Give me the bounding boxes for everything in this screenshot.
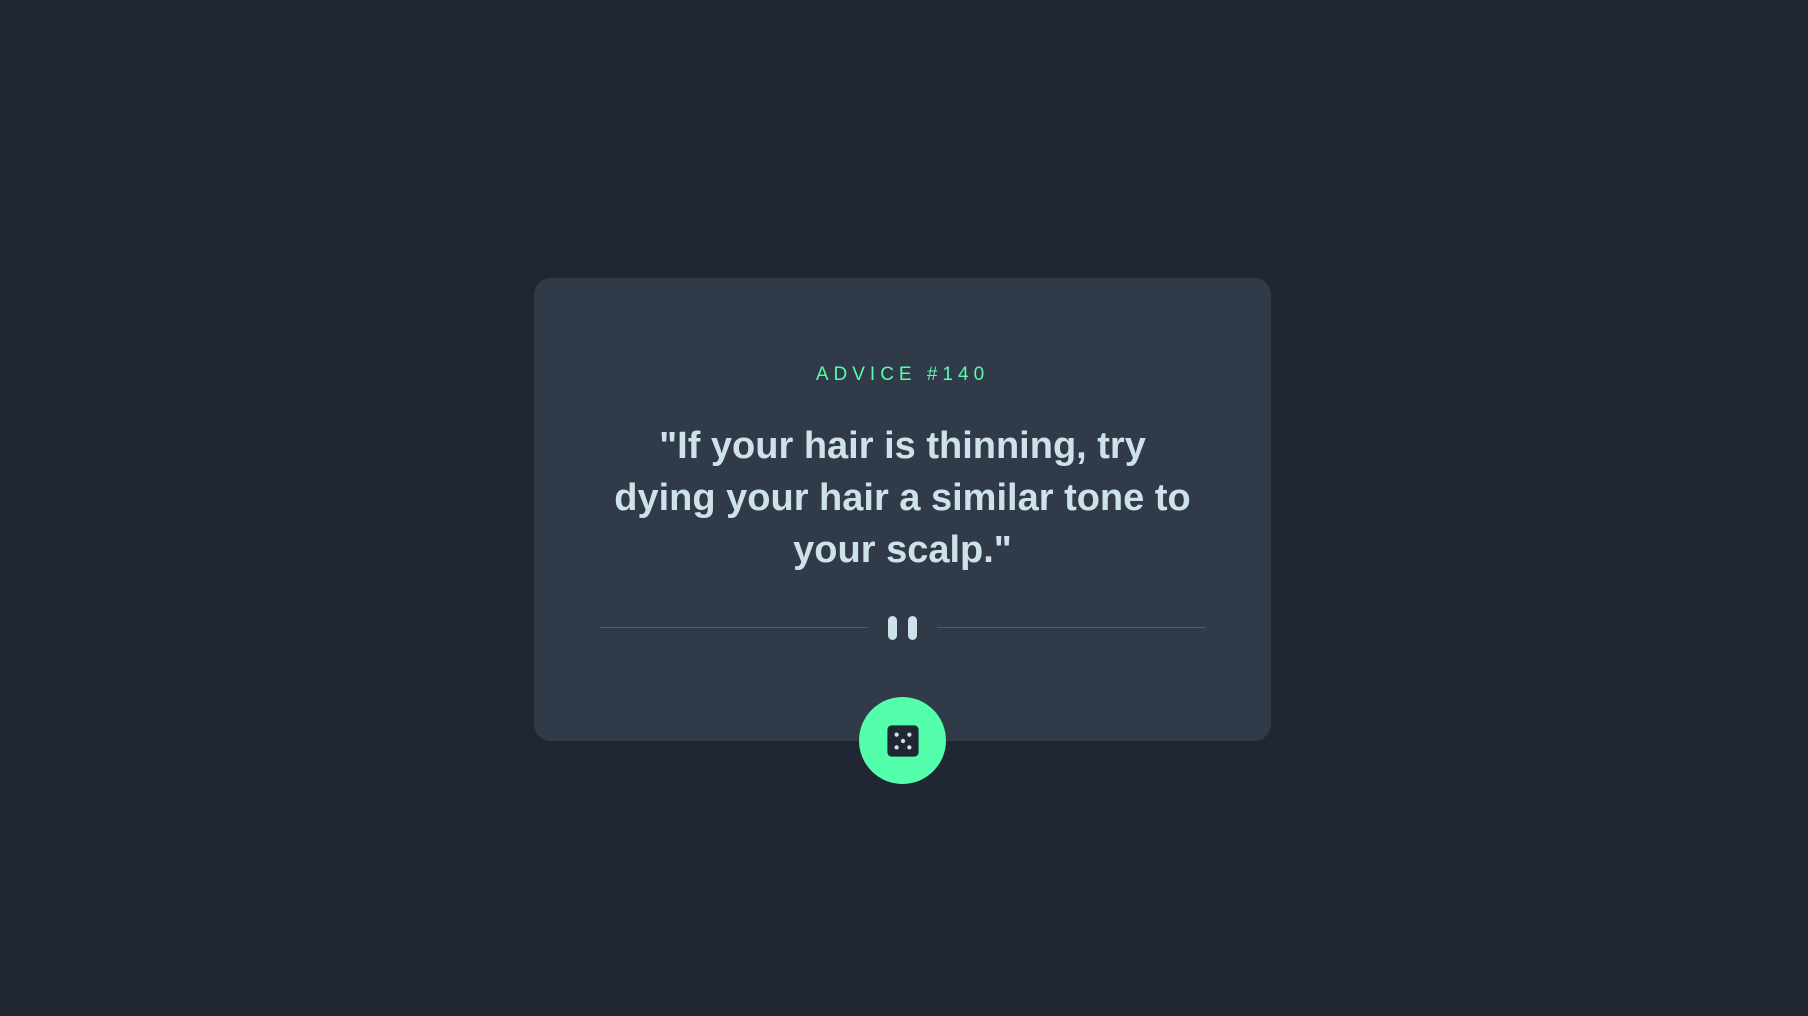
divider <box>600 616 1205 640</box>
divider-line-right <box>937 627 1205 628</box>
advice-card: ADVICE #140 "If your hair is thinning, t… <box>534 278 1271 741</box>
generate-advice-button[interactable] <box>859 697 946 784</box>
page: ADVICE #140 "If your hair is thinning, t… <box>0 0 1808 1016</box>
pause-bar-right <box>908 616 917 640</box>
dice-icon <box>886 724 919 757</box>
pause-icon <box>888 616 917 640</box>
divider-line-left <box>600 627 868 628</box>
advice-quote: "If your hair is thinning, try dying you… <box>614 425 1191 571</box>
advice-id: ADVICE #140 <box>815 364 990 385</box>
pause-bar-left <box>888 616 897 640</box>
